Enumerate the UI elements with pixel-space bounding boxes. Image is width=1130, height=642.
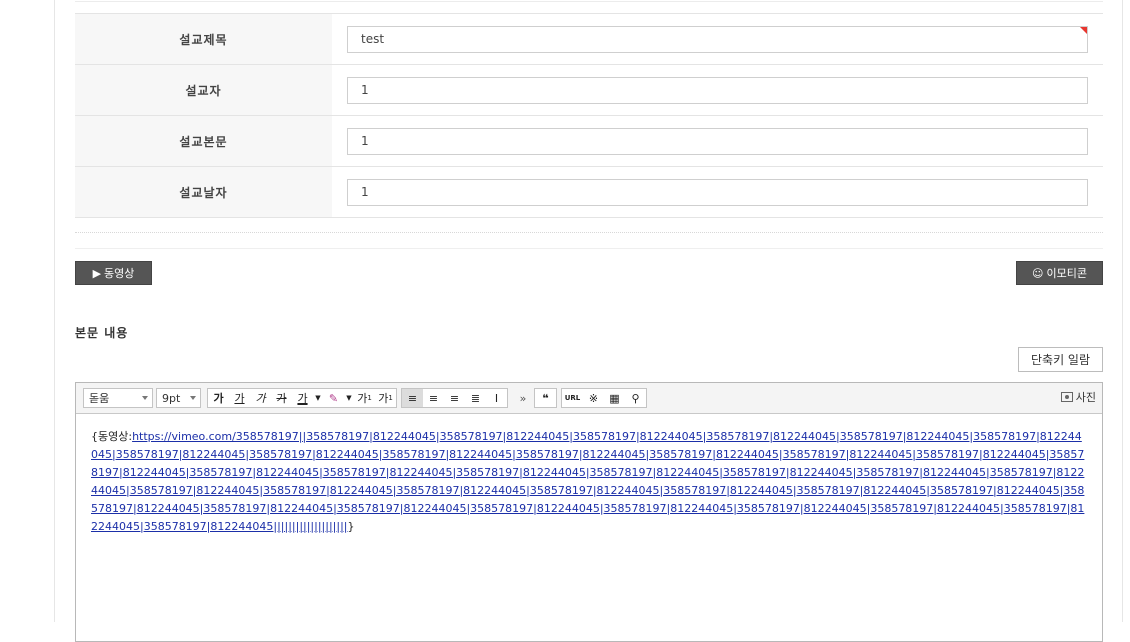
font-family-select[interactable]: 돋움 <box>83 388 153 408</box>
sermon-date-value: 1 <box>361 185 369 199</box>
scripture-value: 1 <box>361 134 369 148</box>
more-tools-icon[interactable]: » <box>512 389 534 407</box>
link-url-icon[interactable]: URL <box>562 389 583 407</box>
vimeo-link[interactable]: https://vimeo.com/358578197||358578197|8… <box>91 430 1084 533</box>
camera-icon <box>1060 392 1073 402</box>
font-size-select[interactable]: 9pt <box>156 388 201 408</box>
form-row-date: 설교날자 1 <box>75 167 1103 218</box>
table-icon[interactable]: ▦ <box>604 389 625 407</box>
label-scripture: 설교본문 <box>75 116 332 166</box>
subscript-button[interactable]: 가1 <box>375 389 396 407</box>
content-prefix: {동영상: <box>91 430 133 443</box>
shortcut-list-button[interactable]: 단축키 일람 <box>1018 347 1103 372</box>
text-style-group: 가 가 가 가 가 ▼ ✎ ▼ 가1 가1 <box>207 388 397 408</box>
sermon-form-table: 설교제목 test 설교자 1 설교본문 1 설교날자 1 <box>75 13 1103 218</box>
special-char-icon[interactable]: ※ <box>583 389 604 407</box>
align-right-icon[interactable]: ≡ <box>444 389 465 407</box>
superscript-glyph: 가 <box>357 392 368 405</box>
bold-glyph: 가 <box>213 392 224 405</box>
field-cell-preacher: 1 <box>332 65 1103 115</box>
emoticon-button[interactable]: ☺ 이모티콘 <box>1016 261 1103 285</box>
sermon-date-input[interactable]: 1 <box>347 178 1088 206</box>
font-size-value: 9pt <box>162 391 181 405</box>
required-marker <box>1080 26 1087 34</box>
align-justify-icon[interactable]: ≣ <box>465 389 486 407</box>
play-circle-icon: ▶ <box>92 266 102 280</box>
form-row-title: 설교제목 test <box>75 14 1103 65</box>
quote-group: ❝ <box>534 388 557 408</box>
editor-content-area[interactable]: {동영상:https://vimeo.com/358578197||358578… <box>76 414 1102 550</box>
scripture-input[interactable]: 1 <box>347 127 1088 155</box>
photo-button-label: 사진 <box>1075 391 1096 404</box>
font-color-button[interactable]: 가 <box>292 389 313 407</box>
photo-button[interactable]: 사진 <box>1060 389 1096 405</box>
strike-glyph: 가 <box>276 392 287 405</box>
subscript-glyph: 가 <box>378 392 389 405</box>
sermon-title-value: test <box>361 32 385 46</box>
preacher-value: 1 <box>361 83 369 97</box>
field-cell-date: 1 <box>332 167 1103 217</box>
font-color-glyph: 가 <box>297 392 308 405</box>
top-divider <box>75 1 1103 2</box>
insert-group: URL ※ ▦ ⚲ <box>561 388 647 408</box>
label-preacher: 설교자 <box>75 65 332 115</box>
underline-glyph: 가 <box>234 392 245 405</box>
smiley-icon: ☺ <box>1032 266 1044 280</box>
label-sermon-title: 설교제목 <box>75 14 332 64</box>
highlight-dropdown[interactable]: ▼ <box>344 389 354 407</box>
body-content-title: 본문 내용 <box>75 326 129 340</box>
font-color-dropdown[interactable]: ▼ <box>313 389 323 407</box>
italic-glyph: 가 <box>255 392 266 405</box>
content-suffix: } <box>347 520 355 533</box>
italic-button[interactable]: 가 <box>250 389 271 407</box>
field-cell-scripture: 1 <box>332 116 1103 166</box>
sermon-title-input[interactable]: test <box>347 25 1088 53</box>
video-button[interactable]: ▶ 동영상 <box>75 261 152 285</box>
emoticon-button-label: 이모티콘 <box>1046 267 1087 280</box>
font-family-value: 돋움 <box>89 392 110 405</box>
strikethrough-button[interactable]: 가 <box>271 389 292 407</box>
alignment-group: ≡ ≡ ≡ ≣ Ⅰ <box>401 388 508 408</box>
editor-toolbar: 돋움 9pt 가 가 가 가 가 ▼ ✎ ▼ 가1 가1 ≡ ≡ ≡ ≣ Ⅰ » <box>76 383 1102 414</box>
quote-icon[interactable]: ❝ <box>535 389 556 407</box>
line-height-icon[interactable]: Ⅰ <box>486 389 507 407</box>
underline-button[interactable]: 가 <box>229 389 250 407</box>
chevron-down-icon: ▼ <box>346 394 352 402</box>
label-sermon-date: 설교날자 <box>75 167 332 217</box>
rich-text-editor: 돋움 9pt 가 가 가 가 가 ▼ ✎ ▼ 가1 가1 ≡ ≡ ≡ ≣ Ⅰ » <box>75 382 1103 642</box>
chevron-down-icon: ▼ <box>315 394 321 402</box>
form-row-preacher: 설교자 1 <box>75 65 1103 116</box>
video-button-label: 동영상 <box>104 267 135 280</box>
page-left-border <box>54 0 55 622</box>
align-center-icon[interactable]: ≡ <box>423 389 444 407</box>
bold-button[interactable]: 가 <box>208 389 229 407</box>
superscript-button[interactable]: 가1 <box>354 389 375 407</box>
page-right-border <box>1122 0 1123 622</box>
find-replace-icon[interactable]: ⚲ <box>625 389 646 407</box>
field-cell-title: test <box>332 14 1103 64</box>
section-divider <box>75 248 1103 249</box>
preacher-input[interactable]: 1 <box>347 76 1088 104</box>
chevron-down-icon <box>190 396 196 400</box>
highlight-icon[interactable]: ✎ <box>323 389 344 407</box>
chevron-down-icon <box>142 396 148 400</box>
dotted-divider <box>75 232 1103 233</box>
form-row-scripture: 설교본문 1 <box>75 116 1103 167</box>
align-left-icon[interactable]: ≡ <box>402 389 423 407</box>
